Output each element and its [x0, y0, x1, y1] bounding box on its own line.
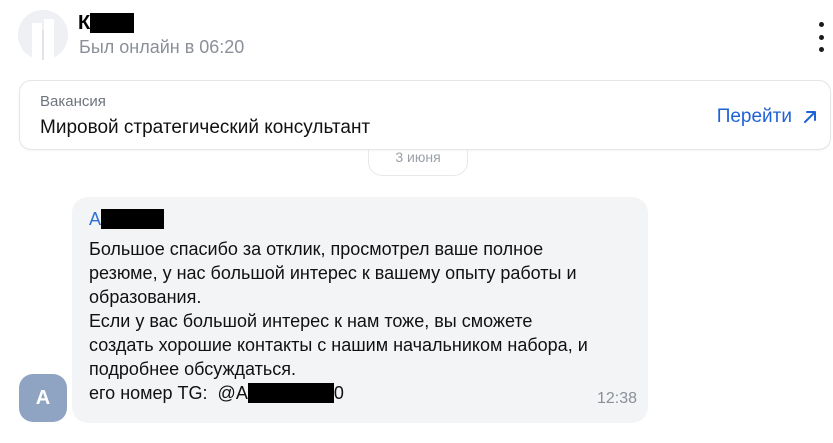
message-time: 12:38 — [596, 390, 637, 407]
message-line: резюме, у нас большой интерес к вашему о… — [89, 263, 577, 283]
building-logo-icon — [18, 10, 68, 60]
vacancy-card: Вакансия Мировой стратегический консульт… — [19, 80, 831, 150]
message-bubble: А Большое спасибо за отклик, просмотрел … — [72, 197, 648, 423]
message-line: Если у вас большой интерес к нам тоже, в… — [89, 311, 533, 331]
kebab-menu-icon[interactable] — [813, 22, 829, 52]
sender-name-initial: А — [89, 209, 102, 229]
date-separator-label: 3 июня — [395, 150, 441, 165]
tg-suffix: 0 — [333, 383, 344, 403]
message-line: образования. — [89, 287, 202, 307]
contact-avatar[interactable] — [18, 10, 68, 60]
go-to-vacancy-link[interactable]: Перейти — [717, 105, 818, 129]
go-to-vacancy-label: Перейти — [716, 106, 792, 127]
vacancy-caption: Вакансия — [40, 93, 106, 110]
tg-prefix: его номер TG: @А — [89, 383, 248, 403]
date-separator-chip: 3 июня — [368, 150, 468, 176]
contact-status: Был онлайн в 06:20 — [79, 37, 245, 57]
redacted-name-block — [90, 13, 135, 33]
redacted-sender-block — [101, 209, 165, 229]
sender-avatar[interactable]: А — [19, 374, 67, 422]
redacted-tg-handle — [247, 383, 334, 403]
message-line-tg: его номер TG: @А 0 — [89, 381, 641, 405]
contact-name: К — [78, 10, 135, 36]
message-line: создать хорошие контакты с нашим начальн… — [89, 335, 588, 355]
message-line: Большое спасибо за отклик, просмотрел ва… — [89, 239, 544, 259]
contact-name-initial: К — [78, 12, 91, 34]
arrow-up-right-icon — [804, 111, 816, 123]
message-line: подробнее обсуждаться. — [89, 359, 297, 379]
message-text: Большое спасибо за отклик, просмотрел ва… — [89, 237, 641, 405]
message-sender-name[interactable]: А — [89, 208, 165, 230]
chat-header: К Был онлайн в 06:20 — [0, 0, 833, 72]
vacancy-title: Мировой стратегический консультант — [40, 117, 371, 138]
sender-avatar-letter: А — [35, 386, 51, 409]
